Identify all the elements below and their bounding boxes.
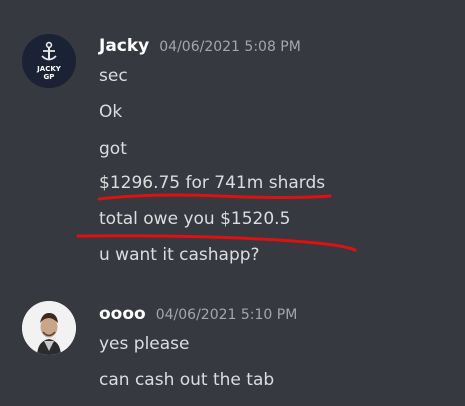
message-line: u want it cashapp? bbox=[99, 245, 260, 265]
message-line: $1296.75 for 741m shards bbox=[99, 173, 326, 193]
message-line: Ok bbox=[99, 102, 123, 122]
message-timestamp: 04/06/2021 5:08 PM bbox=[159, 39, 301, 55]
avatar-label-bottom: GP bbox=[44, 73, 55, 81]
author-name[interactable]: oooo bbox=[99, 304, 146, 324]
avatar-label-top: JACKY bbox=[36, 65, 62, 73]
message-timestamp: 04/06/2021 5:10 PM bbox=[155, 307, 298, 323]
avatar[interactable]: JACKY GP bbox=[22, 34, 76, 88]
message-line: yes please bbox=[99, 334, 190, 354]
message-line: total owe you $1520.5 bbox=[99, 209, 291, 229]
message-line: sec bbox=[99, 66, 128, 86]
message-line: got bbox=[99, 139, 127, 159]
avatar[interactable] bbox=[22, 301, 76, 355]
person-avatar-icon bbox=[22, 301, 76, 355]
message-line: can cash out the tab bbox=[99, 370, 275, 390]
anchor-icon: JACKY GP bbox=[22, 34, 76, 88]
author-name[interactable]: Jacky bbox=[99, 36, 149, 56]
